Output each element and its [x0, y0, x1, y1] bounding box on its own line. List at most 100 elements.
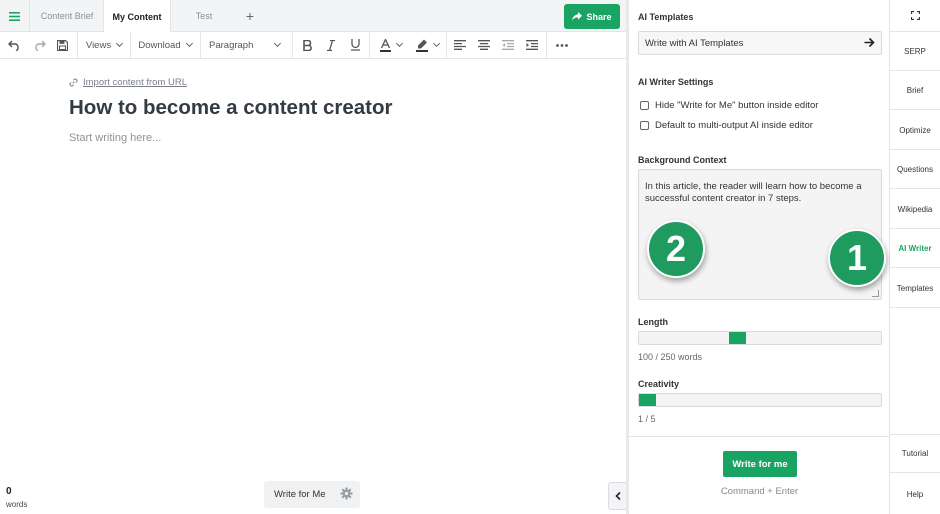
- bold-icon: [302, 39, 312, 51]
- underline-icon: [350, 39, 360, 51]
- write-with-templates-label: Write with AI Templates: [645, 37, 744, 49]
- italic-button[interactable]: [322, 32, 340, 58]
- tab-content-brief[interactable]: Content Brief: [31, 0, 103, 32]
- write-for-me-pill: Write for Me: [264, 481, 360, 508]
- length-value: 100 / 250 words: [638, 352, 703, 362]
- callout-badge-1: 1: [828, 229, 886, 287]
- bold-button[interactable]: [298, 32, 316, 58]
- sidebar-item-optimize[interactable]: Optimize: [890, 111, 940, 150]
- panel-footer-divider: [629, 436, 890, 437]
- write-for-me-button[interactable]: Write for Me: [274, 489, 326, 500]
- creativity-slider-thumb[interactable]: [639, 394, 656, 406]
- collapse-panel-button[interactable]: [608, 482, 626, 510]
- sidebar-item-wikipedia[interactable]: Wikipedia: [890, 190, 940, 229]
- sidebar-item-ai-writer[interactable]: AI Writer: [890, 229, 940, 268]
- import-url-label: Import content from URL: [83, 77, 188, 88]
- underline-button[interactable]: [346, 32, 364, 58]
- word-count-label: words: [6, 500, 28, 509]
- editor-area: Content Brief My Content Test + Share Vi…: [0, 0, 626, 514]
- redo-button[interactable]: [29, 32, 49, 58]
- hide-write-for-me-option[interactable]: Hide "Write for Me" button inside editor: [640, 100, 818, 111]
- text-color-dropdown[interactable]: [374, 32, 408, 58]
- editor-toolbar: Views Download Paragraph: [0, 32, 626, 59]
- arrow-right-icon: [864, 37, 875, 48]
- editor-body-placeholder[interactable]: Start writing here...: [69, 132, 161, 144]
- word-counter: 0 words: [6, 486, 27, 509]
- download-dropdown[interactable]: Download: [131, 32, 199, 58]
- chevron-down-icon: [116, 39, 124, 48]
- sidebar-item-templates[interactable]: Templates: [890, 269, 940, 308]
- word-count-value: 0: [6, 486, 12, 497]
- fullscreen-button[interactable]: [890, 0, 940, 32]
- creativity-heading: Creativity: [638, 379, 680, 389]
- highlight-color-dropdown[interactable]: [410, 32, 444, 58]
- default-multi-output-checkbox[interactable]: [640, 121, 649, 130]
- hamburger-icon: [9, 11, 20, 21]
- outdent-button[interactable]: [499, 32, 517, 58]
- share-button[interactable]: Share: [564, 4, 620, 29]
- hide-write-for-me-label: Hide "Write for Me" button inside editor: [655, 100, 819, 111]
- document-title[interactable]: How to become a content creator: [69, 96, 393, 120]
- text-color-icon: [380, 38, 391, 52]
- menu-button[interactable]: [0, 0, 30, 32]
- paragraph-label: Paragraph: [209, 39, 254, 51]
- highlighter-icon: [415, 39, 428, 52]
- length-slider[interactable]: [638, 331, 882, 345]
- background-context-text: In this article, the reader will learn h…: [645, 181, 862, 204]
- outdent-icon: [502, 40, 514, 50]
- resize-handle-icon[interactable]: [872, 290, 879, 297]
- length-slider-thumb[interactable]: [729, 332, 746, 344]
- more-options-button[interactable]: [552, 32, 572, 58]
- sidebar-item-help[interactable]: Help: [890, 474, 940, 514]
- default-multi-output-label: Default to multi-output AI inside editor: [655, 120, 813, 131]
- chevron-down-icon: [395, 39, 404, 48]
- align-left-button[interactable]: [451, 32, 469, 58]
- align-center-icon: [478, 40, 490, 50]
- write-with-templates-button[interactable]: Write with AI Templates: [638, 31, 882, 55]
- toolbar-divider: [369, 32, 370, 58]
- app-root: Content Brief My Content Test + Share Vi…: [0, 0, 940, 514]
- gear-icon: [340, 487, 353, 500]
- hide-write-for-me-checkbox[interactable]: [640, 101, 649, 110]
- right-sidebar: SERP Brief Optimize Questions Wikipedia …: [890, 0, 940, 514]
- undo-button[interactable]: [4, 32, 24, 58]
- chevron-down-icon: [185, 39, 193, 48]
- save-button[interactable]: [52, 32, 72, 58]
- creativity-slider[interactable]: [638, 393, 882, 407]
- toolbar-divider: [546, 32, 547, 58]
- sidebar-item-questions[interactable]: Questions: [890, 150, 940, 189]
- toolbar-divider: [292, 32, 293, 58]
- tab-bar: Content Brief My Content Test + Share: [0, 0, 626, 33]
- italic-icon: [327, 39, 335, 51]
- ai-templates-heading: AI Templates: [638, 12, 694, 22]
- write-settings-button[interactable]: [340, 487, 353, 505]
- indent-icon: [526, 40, 538, 50]
- sidebar-item-serp[interactable]: SERP: [890, 32, 940, 71]
- background-context-heading: Background Context: [638, 155, 727, 165]
- download-label: Download: [138, 39, 181, 51]
- default-multi-output-option[interactable]: Default to multi-output AI inside editor: [640, 120, 813, 131]
- tab-my-content[interactable]: My Content: [103, 0, 171, 33]
- redo-icon: [34, 40, 46, 51]
- callout-badge-2: 2: [647, 220, 705, 278]
- chevron-down-icon: [274, 39, 282, 48]
- views-dropdown[interactable]: Views: [78, 32, 130, 58]
- more-horizontal-icon: [556, 43, 568, 47]
- sidebar-item-brief[interactable]: Brief: [890, 71, 940, 110]
- length-heading: Length: [638, 317, 668, 327]
- tab-test[interactable]: Test: [171, 0, 237, 32]
- sidebar-item-tutorial[interactable]: Tutorial: [890, 434, 940, 473]
- paragraph-dropdown[interactable]: Paragraph: [201, 32, 291, 58]
- creativity-value: 1 / 5: [638, 414, 656, 424]
- share-label: Share: [586, 11, 612, 22]
- import-url-link[interactable]: Import content from URL: [69, 77, 187, 88]
- chevron-down-icon: [432, 39, 440, 48]
- views-label: Views: [85, 39, 112, 51]
- link-icon: [69, 78, 78, 87]
- align-center-button[interactable]: [475, 32, 493, 58]
- write-for-me-submit-button[interactable]: Write for me: [723, 451, 797, 477]
- add-tab-button[interactable]: +: [240, 0, 260, 32]
- toolbar-divider: [446, 32, 447, 58]
- expand-icon: [910, 11, 920, 20]
- indent-button[interactable]: [523, 32, 541, 58]
